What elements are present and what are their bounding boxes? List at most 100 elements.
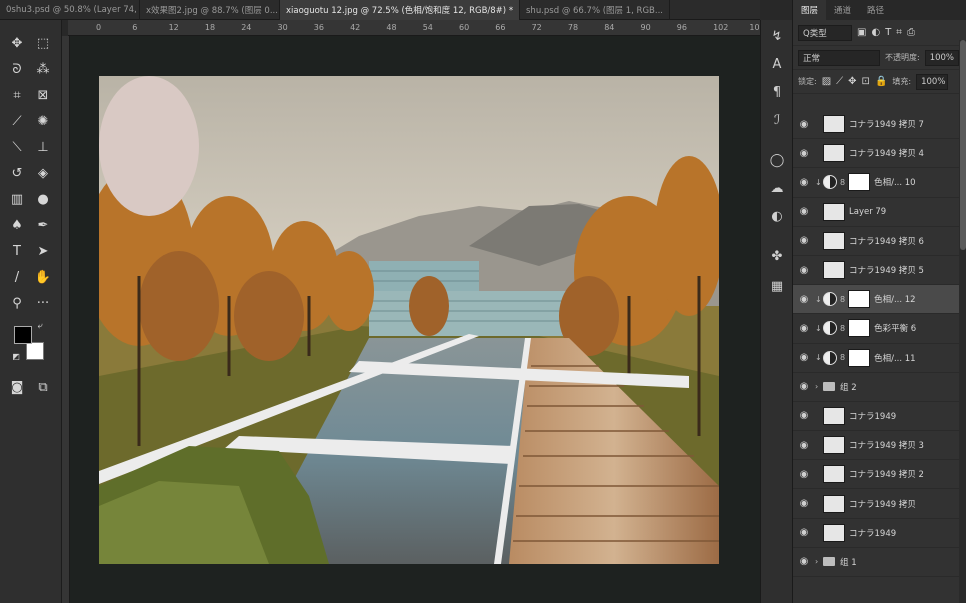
tab-layers[interactable]: 图层 — [793, 0, 827, 20]
line-tool-icon[interactable]: / — [6, 266, 28, 288]
visibility-eye-icon[interactable]: ◉ — [793, 410, 815, 421]
marquee-tool-icon[interactable]: ⬚ — [32, 32, 54, 54]
crop-tool-icon[interactable]: ⌗ — [6, 84, 28, 106]
visibility-eye-icon[interactable]: ◉ — [793, 235, 815, 246]
visibility-eye-icon[interactable]: ◉ — [793, 323, 815, 334]
zoom-tool-icon[interactable]: ⚲ — [6, 292, 28, 314]
document-tab-active[interactable]: xiaoguotu 12.jpg @ 72.5% (色相/饱和度 12, RGB… — [280, 0, 520, 20]
link-chain-icon[interactable]: 8 — [840, 324, 845, 333]
layer-row[interactable]: ◉ コナラ1949 — [793, 402, 959, 432]
lock-pixels-icon[interactable]: ⟋ — [836, 76, 843, 87]
stamp-tool-icon[interactable]: ⊥ — [32, 136, 54, 158]
layer-row[interactable]: ◉ コナラ1949 拷贝 4 — [793, 139, 959, 169]
document-tab[interactable]: x效果图2.jpg @ 88.7% (图层 0...× — [140, 0, 280, 20]
visibility-eye-icon[interactable]: ◉ — [793, 498, 815, 509]
default-colors-icon[interactable]: ◩ — [10, 350, 22, 362]
layer-row[interactable]: ◉ Layer 79 — [793, 198, 959, 227]
swap-colors-icon[interactable]: ⤶ — [34, 320, 46, 332]
type-filter-icon[interactable]: T — [885, 27, 891, 38]
adjustment-filter-icon[interactable]: ◐ — [871, 27, 880, 38]
gradient-tool-icon[interactable]: ▥ — [6, 188, 28, 210]
eraser-tool-icon[interactable]: ◈ — [32, 162, 54, 184]
visibility-eye-icon[interactable]: ◉ — [793, 527, 815, 538]
scrollbar-thumb[interactable] — [960, 40, 966, 250]
visibility-eye-icon[interactable]: ◉ — [793, 148, 815, 159]
history-icon[interactable]: ↯ — [767, 26, 787, 46]
layer-row[interactable]: ◉ › 组 2 — [793, 373, 959, 402]
smart-object-filter-icon[interactable]: ⎙ — [907, 27, 915, 38]
close-icon[interactable]: × — [669, 5, 670, 15]
layer-mask-thumbnail[interactable] — [848, 173, 871, 192]
magic-wand-tool-icon[interactable]: ⁂ — [32, 58, 54, 80]
lock-all-icon[interactable]: 🔒 — [875, 76, 887, 87]
background-color-swatch[interactable] — [26, 342, 44, 360]
visibility-eye-icon[interactable]: ◉ — [793, 265, 815, 276]
layer-row[interactable]: ◉ コナラ1949 拷贝 7 — [793, 110, 959, 140]
visibility-eye-icon[interactable]: ◉ — [793, 294, 815, 305]
visibility-eye-icon[interactable]: ◉ — [793, 556, 815, 567]
layer-mask-thumbnail[interactable] — [848, 348, 871, 367]
landscape-rendering-image[interactable] — [99, 76, 719, 564]
document-tab[interactable]: 0shu3.psd @ 50.8% (Layer 74, ...× — [0, 0, 140, 20]
link-chain-icon[interactable]: 8 — [840, 353, 845, 362]
link-chain-icon[interactable]: 8 — [840, 295, 845, 304]
visibility-eye-icon[interactable]: ◉ — [793, 469, 815, 480]
visibility-eye-icon[interactable]: ◉ — [793, 206, 815, 217]
type-tool-icon[interactable]: T — [6, 240, 28, 262]
hand-tool-icon[interactable]: ✋ — [32, 266, 54, 288]
layer-row[interactable]: ◉ コナラ1949 拷贝 5 — [793, 256, 959, 286]
tab-paths[interactable]: 路径 — [859, 0, 892, 20]
swatches-icon[interactable]: ✤ — [767, 246, 787, 266]
canvas-area[interactable] — [70, 36, 760, 603]
layer-mask-thumbnail[interactable] — [848, 290, 871, 309]
lasso-tool-icon[interactable]: ᘐ — [6, 58, 28, 80]
visibility-eye-icon[interactable]: ◉ — [793, 440, 815, 451]
visibility-eye-icon[interactable]: ◉ — [793, 381, 815, 392]
adjustments-icon[interactable]: ◐ — [767, 206, 787, 226]
opacity-field[interactable]: 100% — [924, 49, 959, 66]
layer-row[interactable]: ◉ ↓ 8 色相/... 12 — [793, 285, 959, 315]
layer-row[interactable]: ◉ コナラ1949 — [793, 519, 959, 548]
eyedropper-tool-icon[interactable]: ⟋ — [6, 110, 28, 132]
foreground-color-swatch[interactable] — [14, 326, 32, 344]
layer-row[interactable]: ◉ コナラ1949 拷贝 3 — [793, 431, 959, 461]
quick-mask-icon[interactable]: ◙ — [6, 376, 28, 398]
more-tools-icon[interactable]: ··· — [32, 292, 54, 314]
frame-tool-icon[interactable]: ⊠ — [32, 84, 54, 106]
move-tool-icon[interactable]: ✥ — [6, 32, 28, 54]
layers-scrollbar[interactable] — [959, 40, 966, 603]
layer-row[interactable]: ◉ ↓ 8 色相/... 10 — [793, 168, 959, 198]
lightbulb-icon[interactable]: ◯ — [767, 150, 787, 170]
screen-mode-icon[interactable]: ⧉ — [32, 376, 54, 398]
fill-field[interactable]: 100% — [916, 73, 949, 90]
layer-row[interactable]: ◉ コナラ1949 拷贝 — [793, 489, 959, 519]
layer-row[interactable]: ◉ ↓ 8 色相/... 11 — [793, 344, 959, 373]
tab-channels[interactable]: 通道 — [826, 0, 859, 20]
paragraph-icon[interactable]: ¶ — [767, 82, 787, 102]
image-filter-icon[interactable]: ▣ — [857, 27, 866, 38]
layer-mask-thumbnail[interactable] — [848, 319, 871, 338]
filter-kind-select[interactable]: Q类型 — [798, 24, 852, 41]
layer-row[interactable]: ◉ コナラ1949 拷贝 6 — [793, 227, 959, 256]
layer-row[interactable]: ◉ ↓ 8 色彩平衡 6 — [793, 314, 959, 344]
character-icon[interactable]: A — [767, 54, 787, 74]
expand-arrow-icon[interactable]: › — [815, 557, 823, 566]
lock-position-icon[interactable]: ✥ — [848, 76, 856, 87]
shape-filter-icon[interactable]: ⌗ — [896, 27, 902, 38]
expand-arrow-icon[interactable]: › — [815, 382, 823, 391]
glyphs-icon[interactable]: ℐ — [767, 110, 787, 130]
grid-icon[interactable]: ▦ — [767, 276, 787, 296]
blur-tool-icon[interactable]: ● — [32, 188, 54, 210]
lock-artboard-icon[interactable]: ⊡ — [862, 76, 870, 87]
layer-row[interactable]: ◉ › 组 1 — [793, 548, 959, 577]
link-chain-icon[interactable]: 8 — [840, 178, 845, 187]
libraries-icon[interactable]: ☁ — [767, 178, 787, 198]
healing-brush-tool-icon[interactable]: ✺ — [32, 110, 54, 132]
lock-transparent-icon[interactable]: ▨ — [822, 76, 831, 87]
path-selection-tool-icon[interactable]: ➤ — [32, 240, 54, 262]
brush-tool-icon[interactable]: ⟍ — [6, 136, 28, 158]
visibility-eye-icon[interactable]: ◉ — [793, 177, 815, 188]
dodge-tool-icon[interactable]: ♠ — [6, 214, 28, 236]
blend-mode-select[interactable]: 正常 — [798, 49, 880, 66]
pen-tool-icon[interactable]: ✒ — [32, 214, 54, 236]
